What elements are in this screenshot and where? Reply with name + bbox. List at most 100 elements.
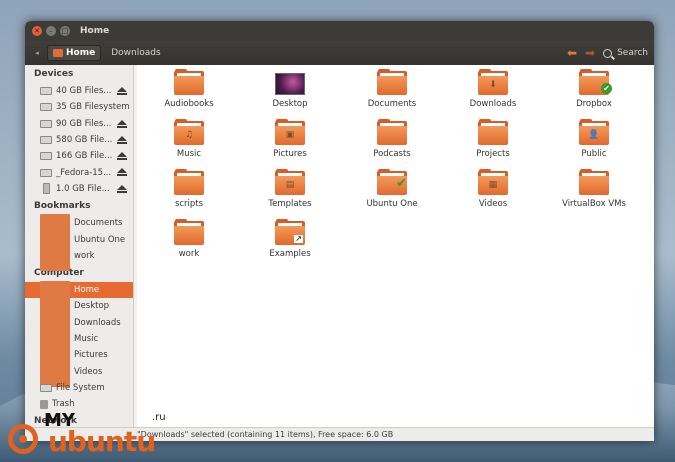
sidebar-item-file-system[interactable]: File System	[25, 380, 133, 396]
maximize-button[interactable]: □	[60, 26, 70, 36]
sidebar-item-label: Desktop	[74, 301, 110, 312]
sidebar-item-device-2[interactable]: 90 GB Files...	[25, 116, 133, 132]
file-label: Audiobooks	[164, 99, 214, 109]
close-button[interactable]: ✕	[32, 26, 42, 36]
breadcrumb-left-arrow-icon[interactable]: ◂	[29, 49, 45, 57]
sidebar-item-device-5[interactable]: _Fedora-15...	[25, 164, 133, 180]
search-button[interactable]: Search	[603, 48, 648, 58]
drive-icon	[40, 168, 52, 177]
sidebar-item-label: Home	[74, 285, 100, 296]
folder-icon: ▣	[275, 119, 305, 145]
sidebar-item-home[interactable]: Home	[25, 281, 133, 306]
folder-icon: ▦	[478, 169, 508, 195]
file-item-desktop[interactable]: Desktop	[240, 65, 340, 113]
sidebar-item-music[interactable]: Music	[25, 330, 133, 355]
sidebar-item-label: 40 GB Files...	[56, 86, 112, 97]
folder-icon	[174, 219, 204, 245]
file-item-music[interactable]: ♫ Music	[139, 115, 239, 163]
breadcrumb-downloads[interactable]: Downloads	[111, 48, 160, 58]
file-label: Podcasts	[373, 149, 411, 159]
sidebar-item-device-1[interactable]: 35 GB Filesystem	[25, 99, 133, 115]
watermark-logo: MY .ru ubuntu	[8, 404, 188, 458]
file-item-dropbox[interactable]: ✔ Dropbox	[544, 65, 644, 113]
drive-icon	[40, 103, 52, 112]
file-item-templates[interactable]: ▤ Templates	[240, 165, 340, 213]
folder-icon	[377, 119, 407, 145]
sidebar-item-downloads[interactable]: Downloads	[25, 313, 133, 338]
sidebar-item-bookmark-documents[interactable]: Documents	[25, 214, 133, 239]
file-label: VirtualBox VMs	[562, 199, 626, 209]
file-label: Examples	[269, 249, 311, 259]
sidebar-item-bookmark-ubuntu-one[interactable]: Ubuntu One	[25, 230, 133, 255]
videos-emblem-icon: ▦	[488, 180, 498, 190]
sidebar-item-desktop[interactable]: Desktop	[25, 297, 133, 322]
eject-icon[interactable]	[117, 184, 127, 193]
examples-emblem-icon: ↗	[294, 234, 303, 243]
file-item-documents[interactable]: Documents	[342, 65, 442, 113]
sidebar-item-label: 1.0 GB File...	[56, 183, 110, 194]
eject-icon[interactable]	[117, 135, 127, 144]
file-item-downloads[interactable]: ⬇ Downloads	[443, 65, 543, 113]
sidebar: Devices 40 GB Files... 35 GB Filesystem 90 …	[25, 65, 134, 427]
file-item-pictures[interactable]: ▣ Pictures	[240, 115, 340, 163]
file-manager-window: ✕ – □ Home ◂ Home Downloads ⬅ ➡ Search D…	[25, 21, 654, 441]
file-item-examples[interactable]: ↗ Examples	[240, 215, 340, 263]
file-view[interactable]: Audiobooks Desktop Documents ⬇ Downloads ✔ Dro…	[137, 65, 654, 427]
sidebar-item-pictures[interactable]: Pictures	[25, 346, 133, 371]
sidebar-item-label: 90 GB Files...	[56, 118, 112, 129]
forward-arrow-icon[interactable]: ➡	[585, 46, 595, 60]
drive-icon	[40, 136, 52, 145]
file-label: Dropbox	[576, 99, 612, 109]
drive-icon	[40, 383, 52, 392]
sidebar-item-label: Music	[74, 334, 99, 344]
breadcrumb-home-label: Home	[66, 48, 96, 58]
file-item-public[interactable]: 👤 Public	[544, 115, 644, 163]
breadcrumb-home[interactable]: Home	[47, 45, 102, 61]
watermark-ru: .ru	[152, 412, 166, 423]
file-label: Documents	[367, 99, 417, 109]
file-item-work[interactable]: work	[139, 215, 239, 263]
folder-icon	[478, 119, 508, 145]
sidebar-item-bookmark-work[interactable]: work	[25, 246, 133, 271]
sidebar-item-device-4[interactable]: 166 GB File...	[25, 148, 133, 164]
sidebar-item-device-0[interactable]: 40 GB Files...	[25, 83, 133, 99]
file-label: Videos	[478, 199, 508, 209]
file-item-scripts[interactable]: scripts	[139, 165, 239, 213]
back-arrow-icon[interactable]: ⬅	[567, 46, 577, 60]
file-item-ubuntu-one[interactable]: ✔ Ubuntu One	[342, 165, 442, 213]
ubuntu-circle-icon	[8, 424, 38, 454]
sidebar-item-label: Documents	[74, 218, 123, 229]
sidebar-item-device-3[interactable]: 580 GB File...	[25, 132, 133, 148]
sidebar-item-videos[interactable]: Videos	[25, 362, 133, 387]
minimize-button[interactable]: –	[46, 26, 56, 36]
eject-icon[interactable]	[117, 87, 127, 95]
drive-icon	[40, 152, 52, 161]
sidebar-item-label: work	[74, 250, 95, 261]
sidebar-item-device-6[interactable]: 1.0 GB File...	[25, 181, 133, 197]
folder-icon	[579, 169, 609, 195]
folder-icon: ♫	[174, 119, 204, 145]
file-item-videos[interactable]: ▦ Videos	[443, 165, 543, 213]
toolbar: ◂ Home Downloads ⬅ ➡ Search	[25, 41, 654, 65]
sidebar-item-label: 166 GB File...	[56, 151, 113, 162]
file-label: Templates	[268, 199, 312, 209]
eject-icon[interactable]	[117, 168, 127, 177]
sidebar-item-label: File System	[56, 382, 105, 393]
titlebar: ✕ – □ Home	[25, 21, 654, 41]
sidebar-item-label: _Fedora-15...	[56, 167, 112, 178]
folder-icon	[40, 246, 70, 271]
home-folder-icon	[53, 49, 63, 57]
file-item-podcasts[interactable]: Podcasts	[342, 115, 442, 163]
usb-icon	[43, 183, 50, 195]
folder-icon: ✔	[579, 69, 612, 95]
file-label: Ubuntu One	[366, 199, 418, 209]
file-item-audiobooks[interactable]: Audiobooks	[139, 65, 239, 113]
file-item-projects[interactable]: Projects	[443, 115, 543, 163]
eject-icon[interactable]	[117, 119, 127, 128]
file-label: Public	[581, 149, 607, 159]
eject-icon[interactable]	[117, 152, 127, 161]
ubuntu-one-emblem-icon: ✔	[396, 176, 407, 191]
drive-icon	[40, 87, 52, 96]
file-item-virtualbox-vms[interactable]: VirtualBox VMs	[544, 165, 644, 213]
drive-icon	[40, 119, 52, 128]
